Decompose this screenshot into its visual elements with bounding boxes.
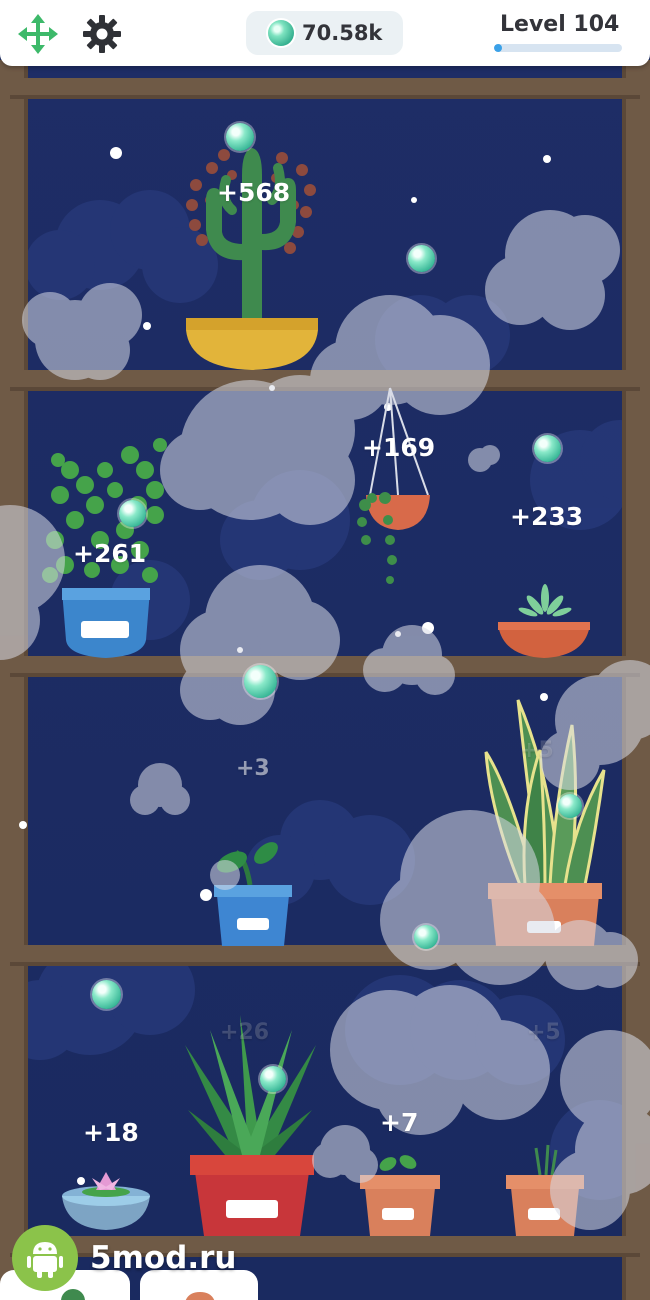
reward-label-snake-plant: +5 bbox=[520, 738, 554, 763]
gem-orb[interactable] bbox=[414, 925, 438, 949]
level-label: Level 104 bbox=[500, 12, 620, 37]
reward-label-fern: +261 bbox=[73, 539, 147, 568]
top-bar: 70.58k Level 104 bbox=[0, 0, 650, 66]
gem-orb[interactable] bbox=[92, 980, 121, 1009]
reward-label-small-pot: +7 bbox=[380, 1108, 419, 1137]
move-arrows-icon[interactable] bbox=[18, 14, 58, 54]
game-scene: +568 +169 +261 +233 +3 +5 +26 +5 +18 +7 bbox=[0, 0, 650, 1300]
reward-label-aloe: +26 bbox=[220, 1020, 270, 1045]
settings-gear-icon[interactable] bbox=[82, 14, 122, 54]
gem-orb[interactable] bbox=[558, 794, 582, 818]
gem-icon bbox=[268, 20, 294, 46]
gem-orb[interactable] bbox=[260, 1066, 286, 1092]
reward-label-hanging-plant: +169 bbox=[362, 433, 436, 462]
gem-currency-counter[interactable]: 70.58k bbox=[246, 11, 403, 55]
level-progress-fill bbox=[494, 44, 502, 52]
reward-label-right-bottom: +5 bbox=[527, 1020, 561, 1045]
gem-orb[interactable] bbox=[226, 123, 254, 151]
level-progress-bar bbox=[494, 44, 622, 52]
reward-label-sprout: +3 bbox=[236, 756, 270, 781]
reward-label-cactus: +568 bbox=[217, 178, 291, 207]
watermark: 5mod.ru bbox=[12, 1225, 237, 1291]
currency-amount: 70.58k bbox=[302, 21, 383, 45]
gem-orb[interactable] bbox=[244, 665, 277, 698]
gem-orb[interactable] bbox=[119, 500, 146, 527]
gem-orb[interactable] bbox=[534, 435, 561, 462]
bookshelf-scene bbox=[0, 0, 650, 1300]
android-icon bbox=[12, 1225, 78, 1291]
watermark-text: 5mod.ru bbox=[90, 1240, 237, 1276]
left-post bbox=[0, 60, 28, 1300]
reward-label-water-lily: +18 bbox=[83, 1118, 139, 1147]
gem-orb[interactable] bbox=[408, 245, 435, 272]
reward-label-succulent: +233 bbox=[510, 502, 584, 531]
